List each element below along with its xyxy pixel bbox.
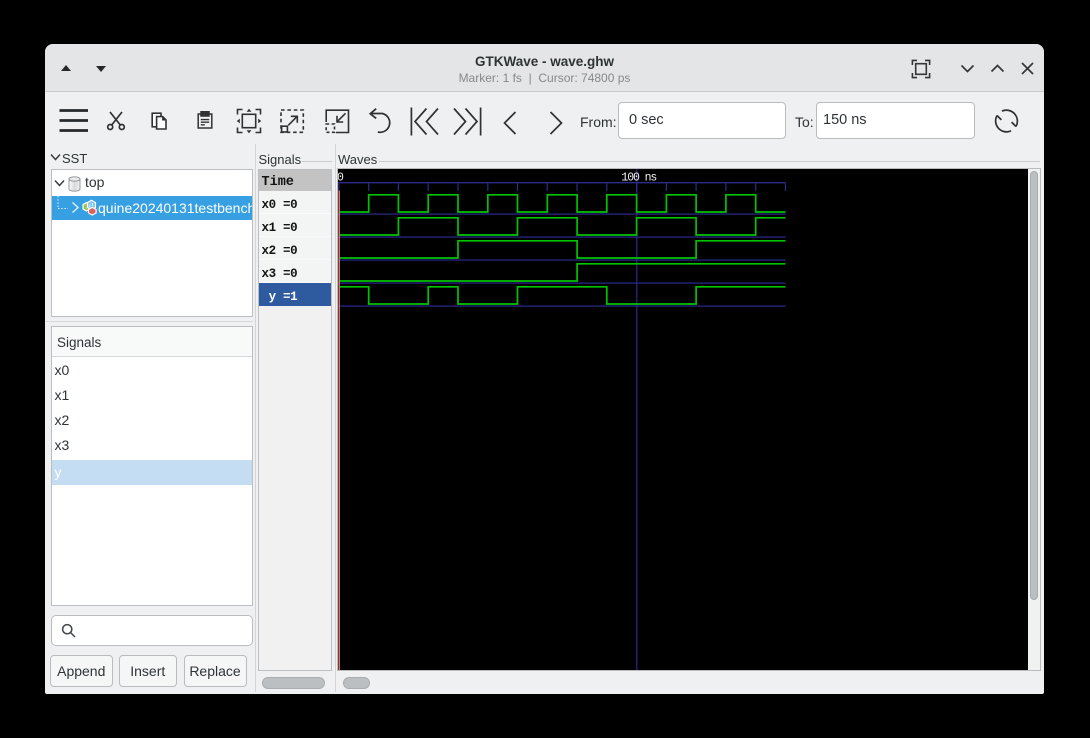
svg-text:100 ns: 100 ns xyxy=(621,171,656,184)
